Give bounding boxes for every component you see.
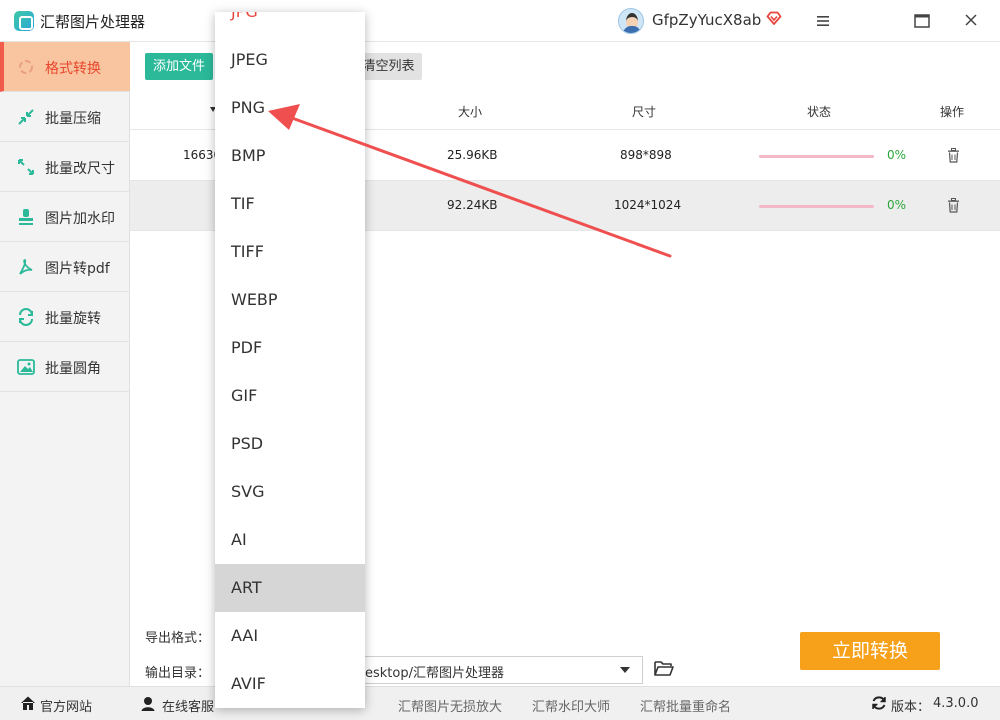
sidebar-item-to-pdf[interactable]: 图片转pdf — [0, 242, 130, 292]
sidebar-item-rounded-corner[interactable]: 批量圆角 — [0, 342, 130, 392]
format-option-jpeg[interactable]: JPEG — [215, 36, 365, 84]
sidebar-item-label: 图片转pdf — [45, 261, 110, 277]
format-option-bmp[interactable]: BMP — [215, 132, 365, 180]
compress-icon — [18, 109, 34, 125]
format-convert-icon — [19, 60, 33, 74]
option-label: AVIF — [231, 674, 266, 693]
sidebar-item-rotate[interactable]: 批量旋转 — [0, 292, 130, 342]
option-label: BMP — [231, 146, 266, 165]
format-option-art[interactable]: ART — [215, 564, 365, 612]
sidebar-item-label: 批量改尺寸 — [45, 161, 115, 177]
trash-icon[interactable] — [947, 198, 960, 213]
sidebar-item-label: 批量压缩 — [45, 111, 101, 127]
format-option-avif[interactable]: AVIF — [215, 660, 365, 708]
format-option-aai[interactable]: AAI — [215, 612, 365, 660]
link-batch-rename[interactable]: 汇帮批量重命名 — [640, 696, 731, 715]
menu-icon[interactable] — [810, 9, 836, 33]
rotate-icon — [19, 308, 33, 326]
column-action: 操作 — [940, 105, 965, 119]
option-label: AAI — [231, 626, 259, 645]
option-label: PNG — [231, 98, 266, 117]
app-logo-icon — [14, 11, 34, 31]
progress-text: 0% — [887, 198, 907, 212]
progress-text: 0% — [887, 148, 907, 162]
option-label: JPEG — [231, 50, 268, 69]
column-status[interactable]: 状态 — [807, 103, 831, 120]
progress-bar — [759, 205, 874, 208]
format-option-pdf[interactable]: PDF — [215, 324, 365, 372]
version-number: 4.3.0.0 — [933, 696, 979, 711]
format-option-svg[interactable]: SVG — [215, 468, 365, 516]
format-option-tiff[interactable]: TIFF — [215, 228, 365, 276]
option-label: PDF — [231, 338, 263, 357]
option-label: JPG — [231, 12, 258, 21]
add-file-button[interactable]: 添加文件 — [145, 53, 213, 80]
output-dir-value: esktop/汇帮图片处理器 — [365, 666, 504, 681]
output-dir-label: 输出目录： — [145, 666, 211, 681]
option-label: WEBP — [231, 290, 278, 309]
vip-diamond-icon[interactable] — [766, 10, 782, 26]
link-upscale[interactable]: 汇帮图片无损放大 — [398, 696, 502, 715]
rounded-corner-icon — [17, 359, 35, 375]
export-format-label: 导出格式： — [145, 631, 211, 646]
option-label: AI — [231, 530, 247, 549]
watermark-icon — [19, 209, 33, 225]
file-size: 25.96KB — [447, 148, 498, 162]
option-label: TIFF — [231, 242, 264, 261]
option-label: GIF — [231, 386, 258, 405]
option-label: PSD — [231, 434, 264, 453]
customer-service-icon — [141, 697, 155, 711]
close-icon[interactable] — [958, 9, 984, 33]
resize-icon — [18, 159, 34, 175]
clear-list-button[interactable]: 清空列表 — [355, 53, 422, 80]
file-dimensions: 898*898 — [620, 148, 672, 162]
format-option-png[interactable]: PNG — [215, 84, 365, 132]
format-option-gif[interactable]: GIF — [215, 372, 365, 420]
format-option-ai[interactable]: AI — [215, 516, 365, 564]
user-avatar[interactable] — [618, 8, 644, 34]
sidebar-item-resize[interactable]: 批量改尺寸 — [0, 142, 130, 192]
sidebar-item-label: 图片加水印 — [45, 211, 115, 227]
sidebar-item-format-convert[interactable]: 格式转换 — [0, 42, 130, 92]
link-watermark-master[interactable]: 汇帮水印大师 — [532, 696, 610, 715]
option-label: TIF — [231, 194, 255, 213]
format-option-tif[interactable]: TIF — [215, 180, 365, 228]
format-option-psd[interactable]: PSD — [215, 420, 365, 468]
folder-open-icon[interactable] — [654, 660, 674, 676]
trash-icon[interactable] — [947, 148, 960, 163]
app-title: 汇帮图片处理器 — [40, 13, 146, 31]
sidebar-item-label: 格式转换 — [45, 61, 101, 77]
option-label: SVG — [231, 482, 265, 501]
username[interactable]: GfpZyYucX8ab — [652, 11, 761, 29]
title-bar: 汇帮图片处理器 GfpZyYucX8ab — [0, 0, 1000, 42]
version-label: 版本： — [891, 700, 931, 715]
column-dimensions[interactable]: 尺寸 — [632, 103, 656, 120]
status-bar: 官方网站 在线客服 汇帮图片无损放大 汇帮水印大师 汇帮批量重命名 版本： 4.… — [0, 686, 1000, 720]
option-label: ART — [231, 578, 262, 597]
sidebar-item-compress[interactable]: 批量压缩 — [0, 92, 130, 142]
format-dropdown-list[interactable]: JPG JPEG PNG BMP TIF TIFF WEBP PDF GIF P… — [215, 12, 365, 708]
sidebar-item-watermark[interactable]: 图片加水印 — [0, 192, 130, 242]
chevron-down-icon[interactable] — [620, 667, 630, 673]
sidebar-item-label: 批量旋转 — [45, 311, 101, 327]
maximize-icon[interactable] — [909, 9, 935, 33]
file-size: 92.24KB — [447, 198, 498, 212]
convert-now-button[interactable]: 立即转换 — [800, 632, 940, 670]
file-dimensions: 1024*1024 — [614, 198, 682, 212]
column-size[interactable]: 大小 — [458, 103, 482, 120]
official-website-link[interactable]: 官方网站 — [40, 696, 92, 715]
progress-bar — [759, 155, 874, 158]
format-option-webp[interactable]: WEBP — [215, 276, 365, 324]
refresh-icon[interactable] — [871, 695, 887, 711]
sidebar: 格式转换 批量压缩 批量改尺寸 图片加水印 图片转pdf 批量旋转 批量圆角 — [0, 42, 130, 686]
sidebar-item-label: 批量圆角 — [45, 361, 101, 377]
online-service-link[interactable]: 在线客服 — [162, 696, 214, 715]
home-icon — [21, 696, 35, 710]
pdf-icon — [19, 259, 33, 275]
format-option-jpg[interactable]: JPG — [215, 12, 365, 36]
